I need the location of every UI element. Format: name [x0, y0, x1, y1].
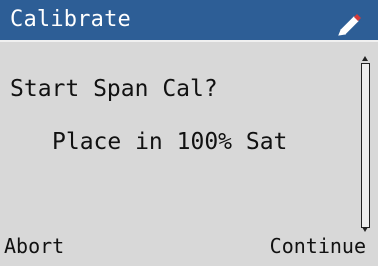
calibration-content: Start Span Cal? Place in 100% Sat [0, 44, 360, 224]
scrollbar-track[interactable] [361, 63, 370, 228]
vertical-scrollbar[interactable] [361, 56, 370, 232]
title-bar: Calibrate [0, 0, 378, 42]
abort-button[interactable]: Abort [4, 232, 64, 260]
calibrate-screen: Calibrate Start Span Cal? Place in 100% … [0, 0, 378, 266]
scroll-up-arrow-icon[interactable] [362, 56, 368, 61]
instruction-text: Place in 100% Sat [52, 129, 288, 155]
page-title: Calibrate [10, 7, 132, 32]
prompt-text: Start Span Cal? [10, 76, 218, 102]
continue-button[interactable]: Continue [270, 232, 366, 260]
pencil-icon [338, 14, 361, 36]
